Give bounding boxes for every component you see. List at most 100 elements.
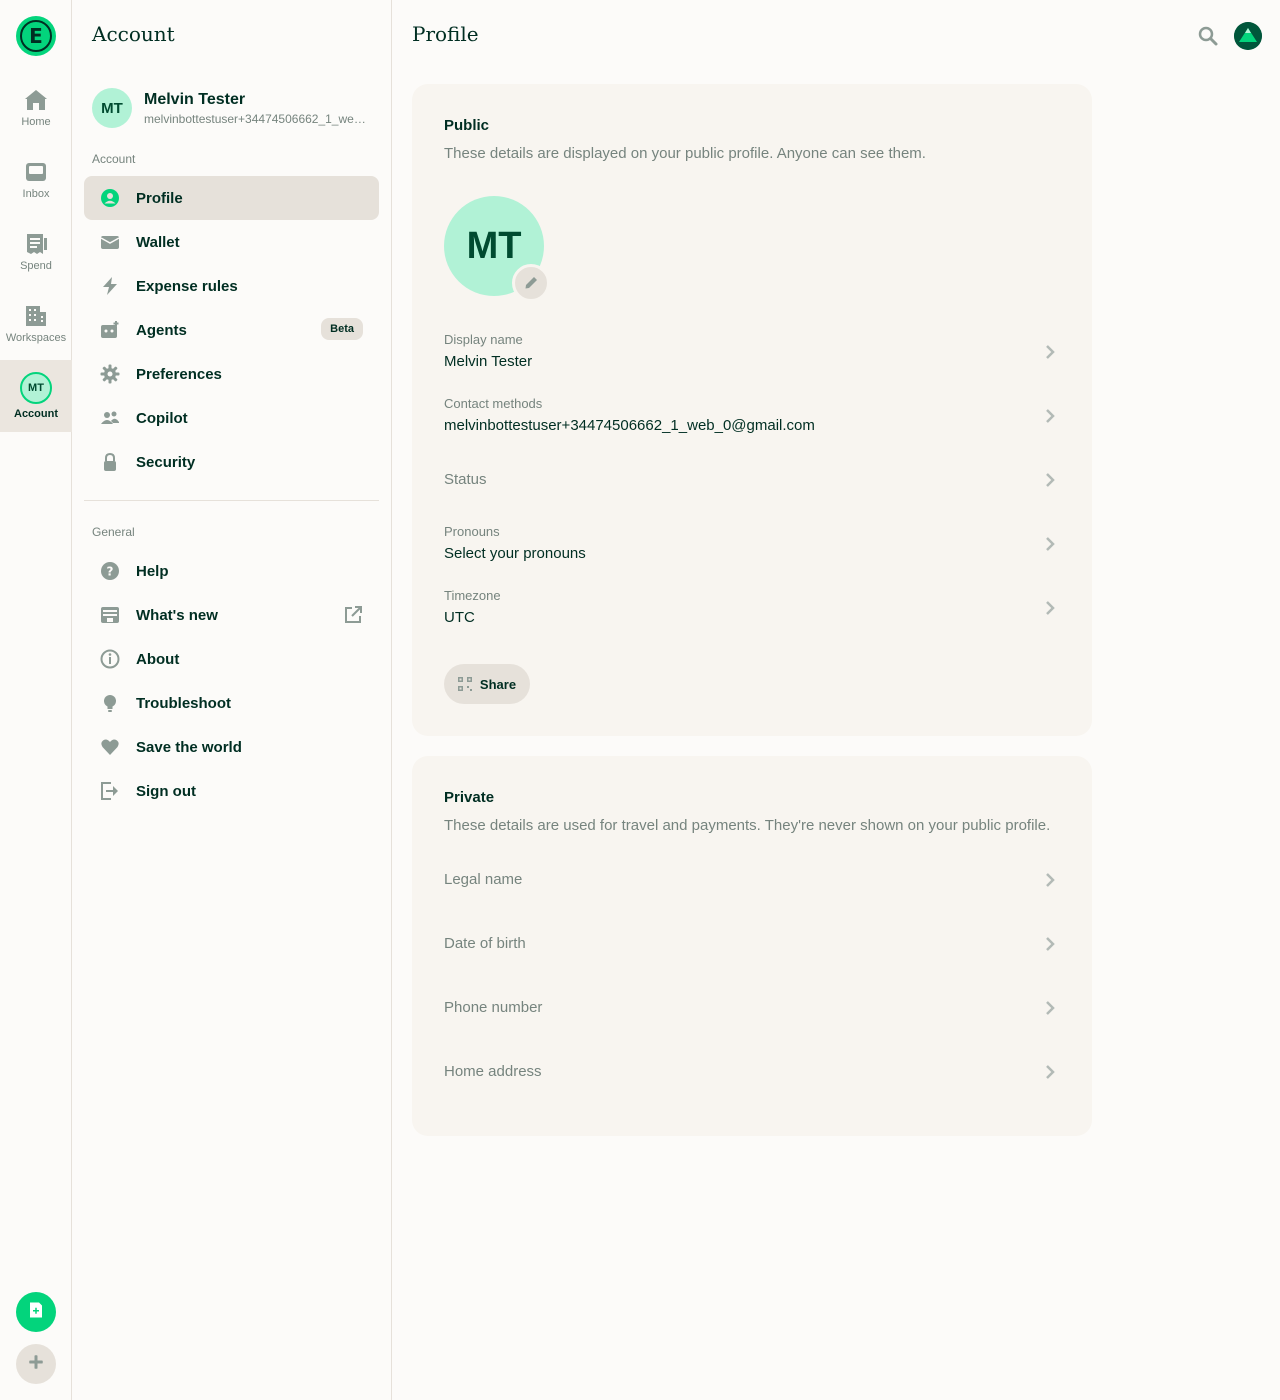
create-button[interactable] [16,1344,56,1384]
expensify-logo[interactable]: E [16,16,56,56]
qr-code-icon [457,677,472,691]
rail-label-account: Account [14,408,58,420]
private-details-card: Private These details are used for trave… [412,756,1092,1136]
menu-label: Profile [136,189,183,207]
menu-item-copilot[interactable]: Copilot [84,396,379,440]
home-address-row[interactable]: Home address [444,1040,1060,1104]
rail-item-spend[interactable]: Spend [0,216,72,288]
pronouns-row[interactable]: Pronouns Select your pronouns [444,516,1060,580]
settings-sidebar: Account MT Melvin Tester melvinbottestus… [72,0,392,1400]
profile-page: Profile Public These details are display… [392,0,1280,1400]
row-placeholder: Status [444,471,487,488]
divider [84,500,379,501]
menu-item-help[interactable]: ? Help [84,549,379,593]
menu-label: About [136,650,180,668]
row-label: Timezone [444,588,501,603]
rail-item-account[interactable]: MT Account [0,360,72,432]
new-chat-button[interactable] [16,1292,56,1332]
chevron-right-icon [1046,873,1055,887]
display-name-row[interactable]: Display name Melvin Tester [444,324,1060,388]
row-placeholder: Home address [444,1063,542,1080]
contact-methods-row[interactable]: Contact methods melvinbottestuser+344745… [444,388,1060,452]
heart-icon [100,737,120,757]
row-label: Display name [444,332,523,347]
rail-label-spend: Spend [20,260,52,272]
row-label: Contact methods [444,396,543,411]
plus-icon [27,1350,45,1378]
chevron-right-icon [1046,409,1055,423]
rail-label-inbox: Inbox [22,188,50,200]
menu-label: Preferences [136,365,222,383]
menu-item-expense-rules[interactable]: Expense rules [84,264,379,308]
menu-item-profile[interactable]: Profile [84,176,379,220]
row-value: melvinbottestuser+34474506662_1_web_0@gm… [444,417,815,434]
lightbulb-icon [100,693,120,713]
chevron-right-icon [1046,937,1055,951]
section-heading-private: Private [444,789,495,806]
date-of-birth-row[interactable]: Date of birth [444,912,1060,976]
menu-item-save-the-world[interactable]: Save the world [84,725,379,769]
menu-label: Security [136,453,196,471]
legal-name-row[interactable]: Legal name [444,848,1060,912]
agent-icon [100,320,120,340]
lock-icon [100,452,120,472]
menu-label: Help [136,562,169,580]
section-label-general: General [92,525,135,539]
menu-label: Expense rules [136,277,238,295]
row-value: Melvin Tester [444,353,533,370]
rail-item-home[interactable]: Home [0,72,72,144]
row-value: Select your pronouns [444,545,586,562]
mountain-icon [1234,22,1262,50]
menu-item-security[interactable]: Security [84,440,379,484]
section-heading-public: Public [444,117,490,134]
wallet-icon [100,232,120,252]
share-label: Share [479,676,517,692]
news-icon [100,605,120,625]
beta-badge: Beta [321,318,363,340]
row-placeholder: Date of birth [444,935,526,952]
users-icon [100,408,120,428]
menu-item-agents[interactable]: Agents Beta [84,308,379,352]
edit-avatar-button[interactable] [512,264,550,302]
avatar: MT [92,88,132,128]
compose-icon [27,1301,45,1324]
share-button[interactable]: Share [444,664,530,704]
section-subtitle-public: These details are displayed on your publ… [444,145,926,162]
chevron-right-icon [1046,473,1055,487]
question-icon: ? [100,561,120,581]
page-title: Account [92,22,175,46]
rail-item-workspaces[interactable]: Workspaces [0,288,72,360]
lightning-icon [100,276,120,296]
chevron-right-icon [1046,1065,1055,1079]
menu-item-preferences[interactable]: Preferences [84,352,379,396]
page-title: Profile [412,22,479,46]
menu-item-troubleshoot[interactable]: Troubleshoot [84,681,379,725]
search-icon[interactable] [1196,24,1220,48]
phone-number-row[interactable]: Phone number [444,976,1060,1040]
inbox-icon [24,160,48,184]
status-row[interactable]: Status [444,452,1060,516]
workspace-avatar[interactable] [1234,22,1262,50]
section-label-account: Account [92,152,136,166]
user-name: Melvin Tester [144,90,246,108]
menu-item-sign-out[interactable]: Sign out [84,769,379,813]
menu-item-whats-new[interactable]: What's new [84,593,379,637]
rail-item-inbox[interactable]: Inbox [0,144,72,216]
sign-out-icon [100,781,120,801]
section-subtitle-private: These details are used for travel and pa… [444,817,1051,834]
menu-label: What's new [136,606,218,624]
timezone-row[interactable]: Timezone UTC [444,580,1060,644]
external-link-icon [343,605,363,625]
row-placeholder: Phone number [444,999,543,1016]
info-icon [100,649,120,669]
menu-label: Agents [136,321,187,339]
menu-item-wallet[interactable]: Wallet [84,220,379,264]
chevron-right-icon [1046,1001,1055,1015]
logo-letter: E [20,20,52,52]
menu-item-about[interactable]: About [84,637,379,681]
user-card[interactable]: MT Melvin Tester melvinbottestuser+34474… [92,88,372,128]
chevron-right-icon [1046,345,1055,359]
user-email: melvinbottestuser+34474506662_1_web_0@gm… [144,111,368,126]
row-label: Pronouns [444,524,500,539]
building-icon [24,304,48,328]
